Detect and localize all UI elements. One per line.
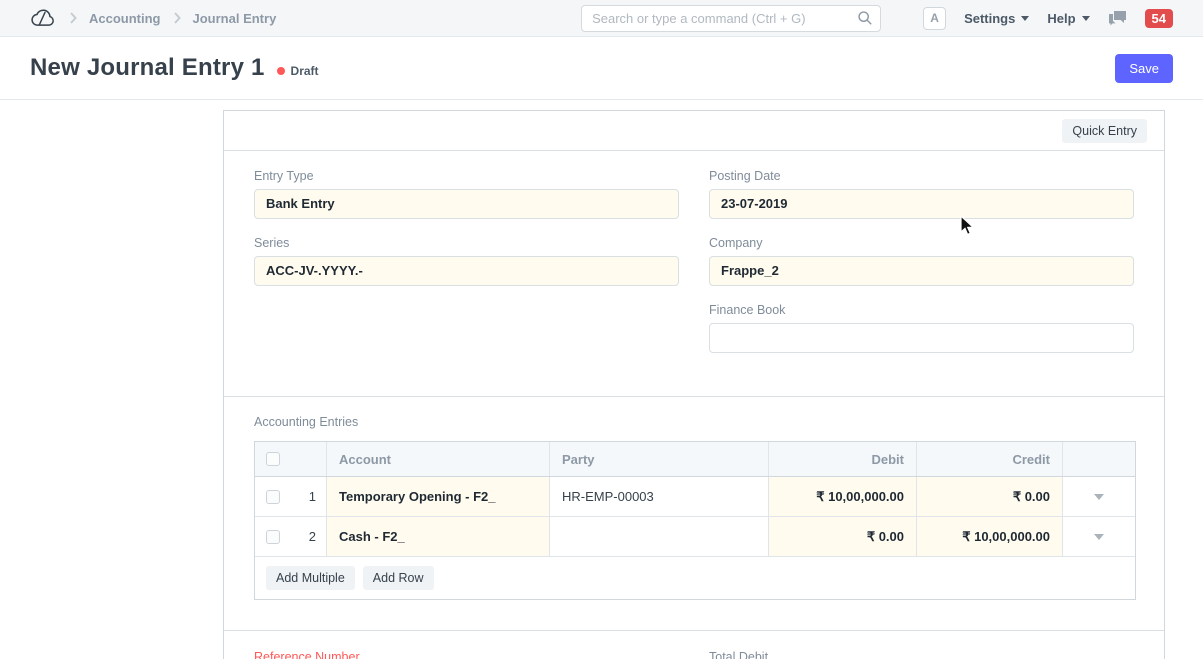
row-index[interactable]: 2 <box>309 529 316 544</box>
avatar[interactable]: A <box>923 7 946 30</box>
chevron-down-icon <box>1021 16 1029 21</box>
series-input[interactable]: ACC-JV-.YYYY.- <box>254 256 679 286</box>
breadcrumb-journal-entry[interactable]: Journal Entry <box>193 11 277 26</box>
table-footer: Add Multiple Add Row <box>255 557 1135 599</box>
row-actions-cell <box>1063 517 1135 556</box>
column-header-credit[interactable]: Credit <box>917 442 1063 476</box>
search-icon[interactable] <box>857 10 873 31</box>
posting-date-input[interactable]: 23-07-2019 <box>709 189 1134 219</box>
column-header-account[interactable]: Account <box>327 442 550 476</box>
select-all-checkbox[interactable] <box>266 452 280 466</box>
party-cell[interactable] <box>550 517 769 556</box>
draft-indicator-dot-icon <box>277 67 285 75</box>
help-label: Help <box>1047 11 1075 26</box>
credit-cell[interactable]: ₹ 10,00,000.00 <box>917 517 1063 556</box>
form-fields-section: Entry Type Bank Entry Posting Date 23-07… <box>224 151 1164 397</box>
settings-label: Settings <box>964 11 1015 26</box>
table-row: 1 Temporary Opening - F2_ HR-EMP-00003 ₹… <box>255 477 1135 517</box>
total-debit-label: Total Debit <box>709 650 1134 659</box>
status-label: Draft <box>291 64 319 78</box>
journal-entry-form-card: Quick Entry Entry Type Bank Entry Postin… <box>223 110 1165 659</box>
add-multiple-button[interactable]: Add Multiple <box>266 566 355 590</box>
notification-count-badge[interactable]: 54 <box>1145 9 1173 28</box>
row-index[interactable]: 1 <box>309 489 316 504</box>
finance-book-input[interactable] <box>709 323 1134 353</box>
chat-icon[interactable] <box>1108 10 1127 27</box>
party-cell[interactable]: HR-EMP-00003 <box>550 477 769 516</box>
column-header-party[interactable]: Party <box>550 442 769 476</box>
posting-date-field: Posting Date 23-07-2019 <box>709 169 1134 219</box>
accounting-entries-section: Accounting Entries Account Party Debit C… <box>224 397 1164 631</box>
accounting-entries-label: Accounting Entries <box>254 415 1134 429</box>
debit-cell[interactable]: ₹ 10,00,000.00 <box>769 477 917 516</box>
chevron-right-icon <box>69 12 77 24</box>
form-toolbar-section: Quick Entry <box>224 111 1164 151</box>
search-input[interactable] <box>581 5 881 32</box>
chevron-down-icon <box>1082 16 1090 21</box>
row-dropdown-icon[interactable] <box>1094 494 1104 500</box>
row-dropdown-icon[interactable] <box>1094 534 1104 540</box>
row-checkbox[interactable] <box>266 490 280 504</box>
table-row: 2 Cash - F2_ ₹ 0.00 ₹ 10,00,000.00 <box>255 517 1135 557</box>
accounting-entries-table: Account Party Debit Credit 1 Temporary O… <box>254 441 1136 600</box>
credit-cell[interactable]: ₹ 0.00 <box>917 477 1063 516</box>
series-field: Series ACC-JV-.YYYY.- <box>254 236 679 286</box>
table-header-row: Account Party Debit Credit <box>255 442 1135 477</box>
settings-menu[interactable]: Settings <box>964 11 1029 26</box>
main-area: Quick Entry Entry Type Bank Entry Postin… <box>0 100 1203 659</box>
column-header-debit[interactable]: Debit <box>769 442 917 476</box>
finance-book-label: Finance Book <box>709 303 1134 317</box>
breadcrumb: Accounting Journal Entry <box>30 8 276 28</box>
account-cell[interactable]: Temporary Opening - F2_ <box>327 477 550 516</box>
row-actions-cell <box>1063 477 1135 516</box>
save-button[interactable]: Save <box>1115 54 1173 83</box>
frappe-cloud-logo-icon[interactable] <box>30 8 57 28</box>
entry-type-input[interactable]: Bank Entry <box>254 189 679 219</box>
reference-section: Reference Number Total Debit <box>224 631 1164 659</box>
quick-entry-button[interactable]: Quick Entry <box>1062 119 1147 143</box>
column-header-actions <box>1063 442 1135 476</box>
page-title: New Journal Entry 1 <box>30 54 265 82</box>
posting-date-label: Posting Date <box>709 169 1134 183</box>
header-select-cell <box>255 442 327 476</box>
breadcrumb-accounting[interactable]: Accounting <box>89 11 161 26</box>
debit-cell[interactable]: ₹ 0.00 <box>769 517 917 556</box>
entry-type-label: Entry Type <box>254 169 679 183</box>
row-checkbox[interactable] <box>266 530 280 544</box>
page-header: New Journal Entry 1 Draft Save <box>0 37 1203 100</box>
navbar: Accounting Journal Entry A Settings Help <box>0 0 1203 37</box>
chevron-right-icon <box>173 12 181 24</box>
reference-number-label: Reference Number <box>254 650 679 659</box>
account-cell[interactable]: Cash - F2_ <box>327 517 550 556</box>
entry-type-field: Entry Type Bank Entry <box>254 169 679 219</box>
add-row-button[interactable]: Add Row <box>363 566 434 590</box>
finance-book-field: Finance Book <box>709 303 1134 353</box>
status-badge: Draft <box>277 64 319 78</box>
company-input[interactable]: Frappe_2 <box>709 256 1134 286</box>
row-select-cell: 2 <box>255 517 327 556</box>
row-select-cell: 1 <box>255 477 327 516</box>
series-label: Series <box>254 236 679 250</box>
help-menu[interactable]: Help <box>1047 11 1089 26</box>
company-field: Company Frappe_2 <box>709 236 1134 286</box>
company-label: Company <box>709 236 1134 250</box>
